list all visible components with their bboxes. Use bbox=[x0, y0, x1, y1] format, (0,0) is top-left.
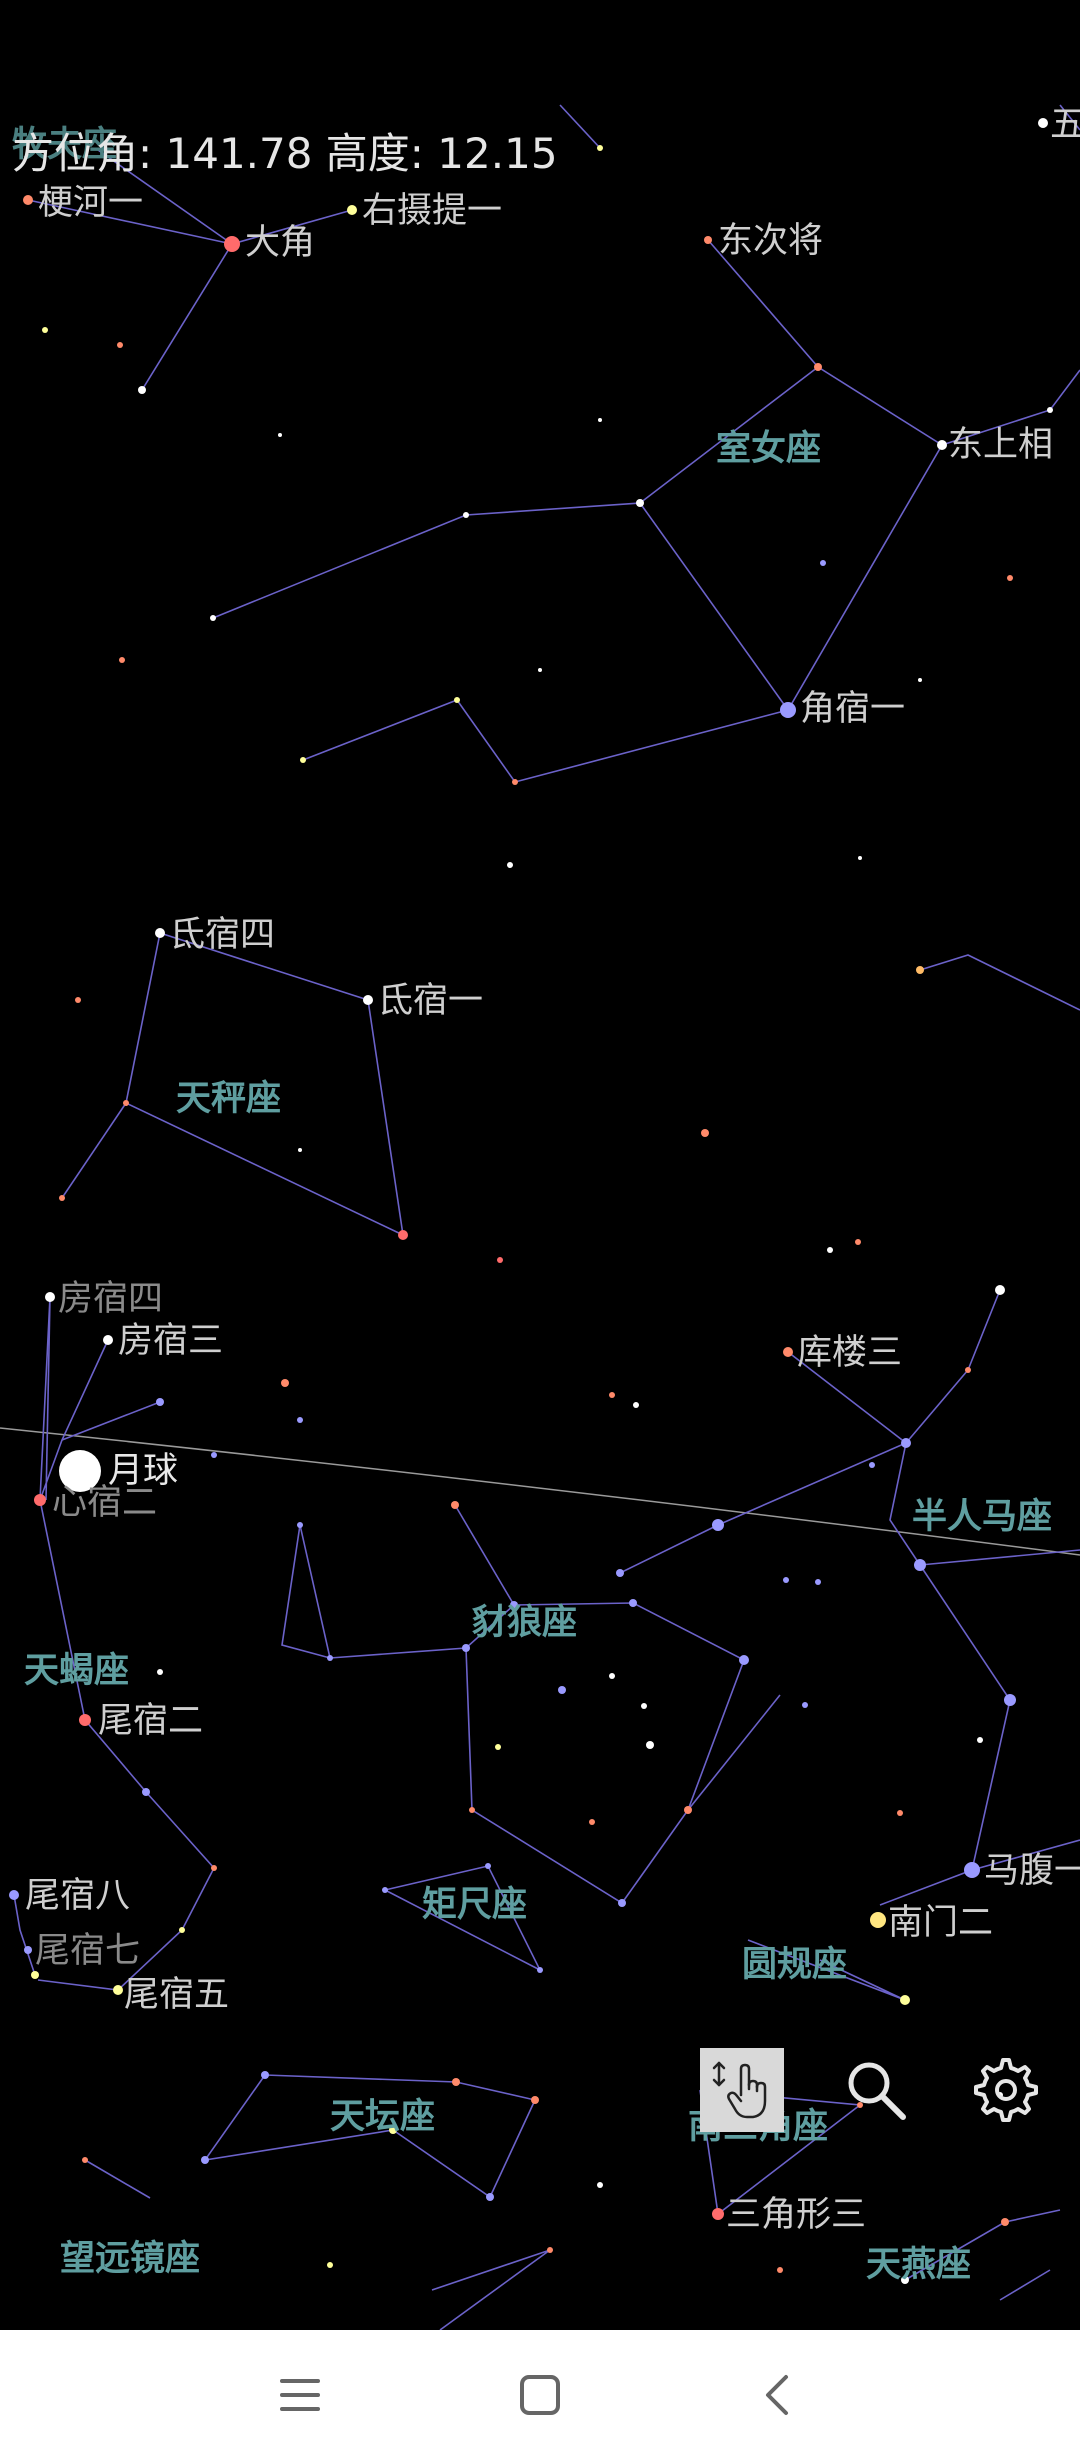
recent-apps-button[interactable] bbox=[262, 2357, 338, 2433]
azimuth-altitude-readout: 方位角: 141.78 高度: 12.15 bbox=[12, 129, 558, 178]
search-button[interactable] bbox=[832, 2046, 920, 2134]
sky-view[interactable]: 梗河一 大角 右摄提一 东次将 东上相 五 角宿一 氐宿四 氐宿一 房宿四 房宿… bbox=[0, 0, 1080, 2330]
constellation-label-norma[interactable]: 矩尺座 bbox=[422, 1888, 527, 1923]
touch-hand-icon bbox=[712, 2061, 767, 2119]
constellation-label-ara[interactable]: 天坛座 bbox=[330, 2100, 435, 2135]
star-label-wei-su-wu[interactable]: 尾宿五 bbox=[124, 1978, 229, 2013]
star-label-di-su-yi[interactable]: 氐宿一 bbox=[378, 984, 483, 1019]
constellation-label-circinus[interactable]: 圆规座 bbox=[742, 1948, 847, 1983]
constellation-label-centaurus[interactable]: 半人马座 bbox=[912, 1500, 1052, 1535]
home-button[interactable] bbox=[502, 2357, 578, 2433]
constellation-label-lupus[interactable]: 豺狼座 bbox=[472, 1606, 577, 1641]
star-label-wei-su-er[interactable]: 尾宿二 bbox=[98, 1704, 203, 1739]
stars bbox=[9, 118, 1053, 2284]
star-label-ku-lou-san[interactable]: 库楼三 bbox=[797, 1336, 902, 1371]
star-label-dong-shang-xiang[interactable]: 东上相 bbox=[948, 428, 1053, 463]
star-label-you-she-ti-yi[interactable]: 右摄提一 bbox=[362, 194, 502, 229]
constellation-label-telescopium[interactable]: 望远镜座 bbox=[60, 2242, 200, 2277]
back-button[interactable] bbox=[740, 2357, 816, 2433]
star-label-geng-he-yi[interactable]: 梗河一 bbox=[38, 186, 143, 221]
settings-button[interactable] bbox=[962, 2046, 1050, 2134]
star-label-nan-men-er[interactable]: 南门二 bbox=[888, 1906, 993, 1941]
back-icon bbox=[766, 2375, 788, 2415]
star-label-wei-su-qi[interactable]: 尾宿七 bbox=[35, 1934, 140, 1969]
star-label-wu-partial[interactable]: 五 bbox=[1050, 108, 1080, 143]
gear-icon bbox=[974, 2058, 1038, 2122]
constellation-label-scorpius[interactable]: 天蝎座 bbox=[24, 1654, 129, 1689]
sky-map-app: 梗河一 大角 右摄提一 东次将 东上相 五 角宿一 氐宿四 氐宿一 房宿四 房宿… bbox=[0, 0, 1080, 2460]
star-label-ma-fu-yi[interactable]: 马腹一 bbox=[984, 1854, 1080, 1889]
star-label-wei-su-ba[interactable]: 尾宿八 bbox=[25, 1879, 130, 1914]
star-label-san-jiao-xing-san[interactable]: 三角形三 bbox=[726, 2198, 866, 2233]
home-icon bbox=[520, 2375, 560, 2415]
constellation-label-virgo[interactable]: 室女座 bbox=[716, 432, 821, 467]
moon-label[interactable]: 月球 bbox=[108, 1454, 178, 1489]
star-label-di-su-si[interactable]: 氐宿四 bbox=[170, 918, 275, 953]
constellation-label-libra[interactable]: 天秤座 bbox=[176, 1082, 281, 1117]
constellation-label-apus[interactable]: 天燕座 bbox=[866, 2248, 971, 2283]
star-label-da-jiao[interactable]: 大角 bbox=[245, 226, 315, 261]
star-label-fang-su-san[interactable]: 房宿三 bbox=[118, 1324, 223, 1359]
star-label-dong-ci-jiang[interactable]: 东次将 bbox=[718, 224, 823, 259]
touch-mode-button[interactable] bbox=[700, 2048, 784, 2132]
search-icon bbox=[848, 2062, 906, 2120]
system-nav-bar bbox=[0, 2330, 1080, 2460]
star-label-xin-su-er[interactable]: 心宿二 bbox=[52, 1486, 157, 1521]
star-label-fang-su-si[interactable]: 房宿四 bbox=[58, 1282, 163, 1317]
star-label-jiao-su-yi[interactable]: 角宿一 bbox=[800, 692, 905, 727]
menu-icon bbox=[280, 2379, 320, 2411]
